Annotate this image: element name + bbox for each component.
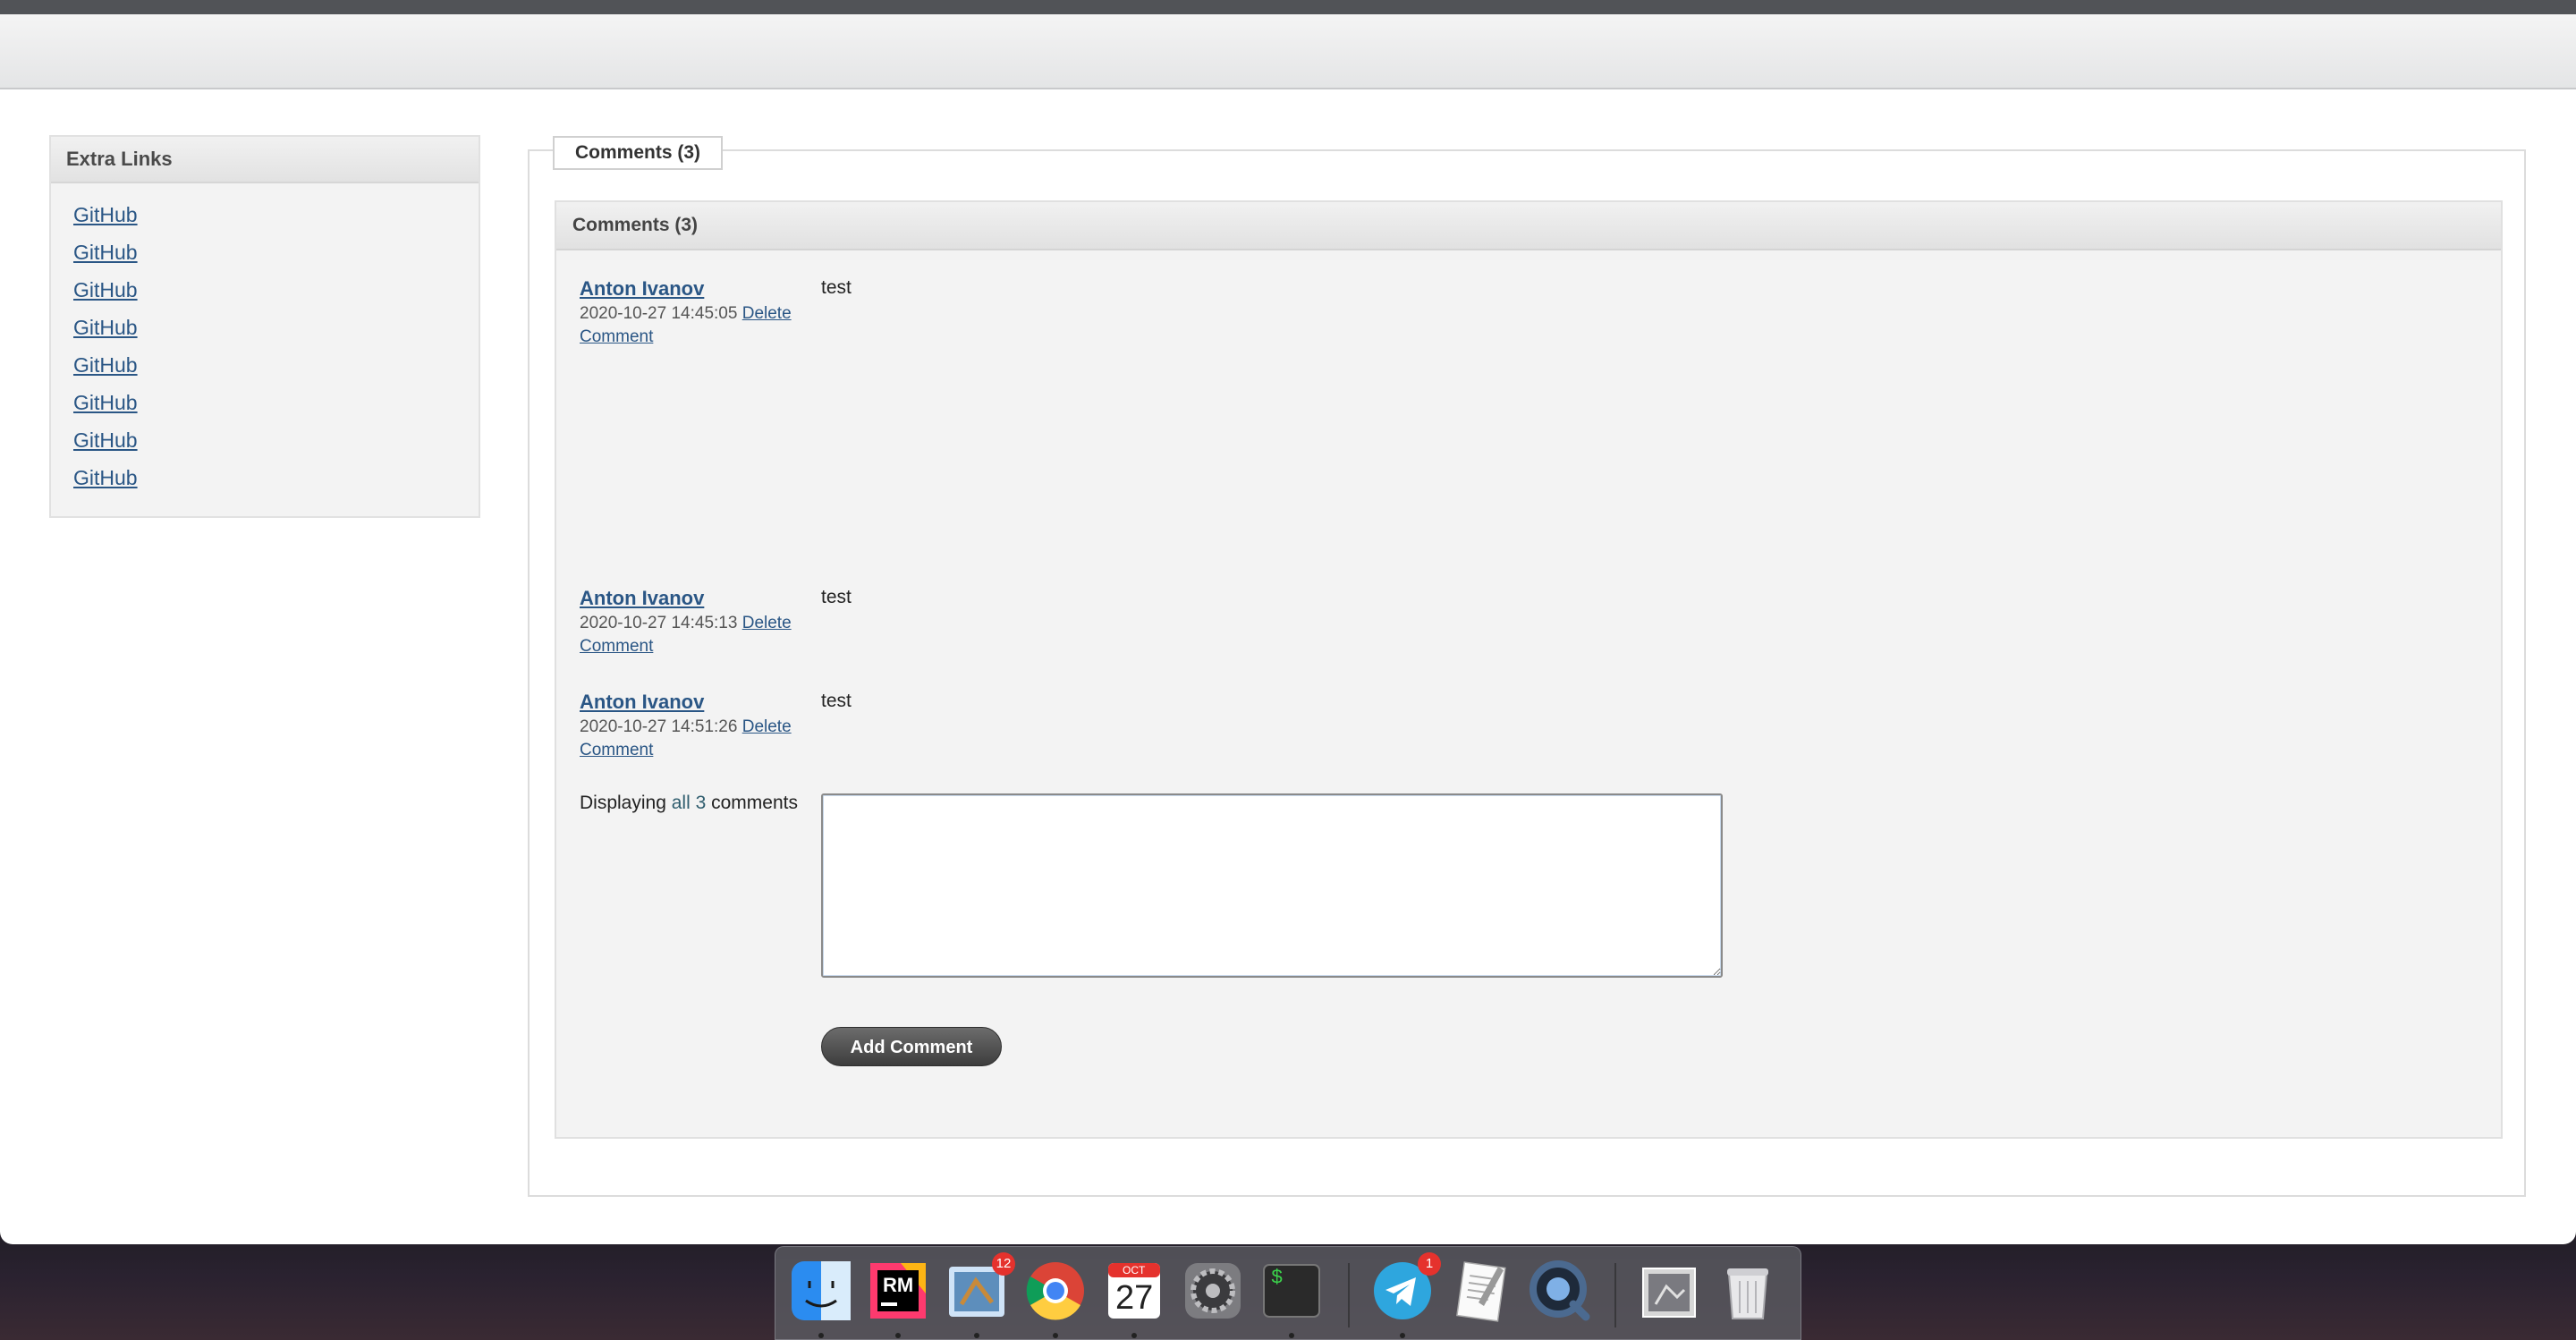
summary-prefix: Displaying xyxy=(580,793,666,813)
macos-dock: RM 12 OCT 27 $ 1 xyxy=(775,1246,1801,1340)
comment-meta: 2020-10-27 14:45:05 Delete Comment xyxy=(580,302,812,349)
comment-author-link[interactable]: Anton Ivanov xyxy=(580,587,794,610)
mail-icon[interactable]: 12 xyxy=(944,1252,1015,1338)
navigation-bar xyxy=(0,14,2576,89)
comment-item: Anton Ivanov 2020-10-27 14:45:05 Delete … xyxy=(580,277,2011,349)
calendar-day: 27 xyxy=(1115,1279,1154,1317)
comment-meta: 2020-10-27 14:51:26 Delete Comment xyxy=(580,716,812,762)
comment-body: test xyxy=(821,587,852,607)
terminal-prompt: $ xyxy=(1271,1267,1284,1289)
sidebar-item: GitHub xyxy=(73,459,479,496)
comments-header: Comments (3) xyxy=(556,202,2501,250)
comment-timestamp: 2020-10-27 14:45:13 xyxy=(580,614,738,632)
github-link[interactable]: GitHub xyxy=(73,316,138,339)
comment-item: Anton Ivanov 2020-10-27 14:51:26 Delete … xyxy=(580,691,2011,762)
calendar-icon[interactable]: OCT 27 xyxy=(1101,1258,1167,1338)
running-indicator xyxy=(1131,1333,1137,1338)
sidebar-item: GitHub xyxy=(73,233,479,271)
summary-all: all xyxy=(671,793,691,813)
trash-icon[interactable] xyxy=(1715,1258,1781,1324)
telegram-icon[interactable]: 1 xyxy=(1369,1252,1441,1338)
running-indicator xyxy=(818,1333,824,1338)
comment-body: test xyxy=(821,691,852,711)
github-link[interactable]: GitHub xyxy=(73,203,138,226)
comment-textarea[interactable] xyxy=(821,793,1723,978)
extra-links-sidebar: Extra Links GitHub GitHub GitHub GitHub … xyxy=(49,135,480,518)
sidebar-title: Extra Links xyxy=(51,137,479,183)
gear-icon[interactable] xyxy=(1180,1258,1246,1324)
comment-item: Anton Ivanov 2020-10-27 14:45:13 Delete … xyxy=(580,587,2011,658)
sidebar-item: GitHub xyxy=(73,346,479,384)
github-link[interactable]: GitHub xyxy=(73,466,138,489)
github-link[interactable]: GitHub xyxy=(73,428,138,452)
downloads-stack-icon[interactable] xyxy=(1636,1258,1702,1324)
sidebar-item: GitHub xyxy=(73,309,479,346)
top-bar xyxy=(0,0,2576,14)
rubymine-label: RM xyxy=(883,1274,914,1296)
tab-comments[interactable]: Comments (3) xyxy=(553,136,723,170)
comment-author-link[interactable]: Anton Ivanov xyxy=(580,277,794,301)
comment-author-link[interactable]: Anton Ivanov xyxy=(580,691,794,714)
running-indicator xyxy=(895,1333,901,1338)
comment-count-summary: Displaying all 3 comments xyxy=(580,793,798,814)
running-indicator xyxy=(1400,1333,1405,1338)
running-indicator xyxy=(974,1333,979,1338)
add-comment-button[interactable]: Add Comment xyxy=(821,1027,1002,1066)
calendar-month: OCT xyxy=(1123,1264,1146,1276)
running-indicator xyxy=(1053,1333,1058,1338)
summary-count: 3 xyxy=(695,793,707,813)
comment-body: test xyxy=(821,277,852,298)
sidebar-item: GitHub xyxy=(73,271,479,309)
terminal-icon[interactable]: $ xyxy=(1258,1258,1325,1338)
comment-timestamp: 2020-10-27 14:51:26 xyxy=(580,717,738,736)
dock-separator xyxy=(1348,1263,1350,1327)
finder-icon[interactable] xyxy=(788,1258,854,1338)
textedit-icon[interactable] xyxy=(1448,1258,1514,1324)
comment-meta: 2020-10-27 14:45:13 Delete Comment xyxy=(580,612,812,658)
github-link[interactable]: GitHub xyxy=(73,353,138,377)
github-link[interactable]: GitHub xyxy=(73,278,138,301)
rubymine-icon[interactable]: RM xyxy=(865,1258,931,1338)
summary-suffix: comments xyxy=(711,793,798,813)
notification-badge: 1 xyxy=(1418,1252,1441,1276)
github-link[interactable]: GitHub xyxy=(73,391,138,414)
sidebar-item: GitHub xyxy=(73,421,479,459)
sidebar-item: GitHub xyxy=(73,196,479,233)
quicktime-icon[interactable] xyxy=(1527,1258,1593,1324)
notification-badge: 12 xyxy=(992,1252,1015,1276)
dock-separator xyxy=(1614,1263,1616,1327)
github-link[interactable]: GitHub xyxy=(73,241,138,264)
comment-timestamp: 2020-10-27 14:45:05 xyxy=(580,304,738,323)
sidebar-link-list: GitHub GitHub GitHub GitHub GitHub GitHu… xyxy=(51,183,479,496)
chrome-icon[interactable] xyxy=(1022,1258,1089,1338)
sidebar-item: GitHub xyxy=(73,384,479,421)
browser-window: Extra Links GitHub GitHub GitHub GitHub … xyxy=(0,0,2576,1244)
running-indicator xyxy=(1289,1333,1294,1338)
comments-box: Comments (3) Anton Ivanov 2020-10-27 14:… xyxy=(555,200,2503,1139)
